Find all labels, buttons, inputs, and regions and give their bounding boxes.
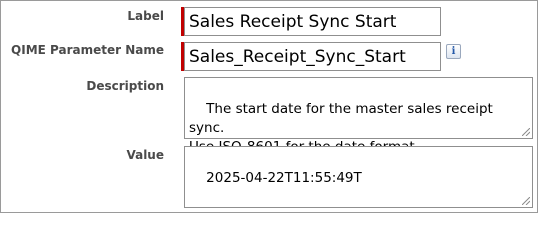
label-input[interactable]: Sales Receipt Sync Start bbox=[184, 7, 441, 36]
resize-handle-icon[interactable] bbox=[522, 128, 530, 136]
description-textarea[interactable]: The start date for the master sales rece… bbox=[184, 77, 533, 155]
qime-parameter-name-input[interactable]: Sales_Receipt_Sync_Start bbox=[184, 42, 441, 71]
qime-parameter-name-caption: QIME Parameter Name bbox=[11, 43, 164, 57]
label-field-caption: Label bbox=[127, 9, 164, 23]
description-caption: Description bbox=[86, 79, 164, 93]
info-icon[interactable]: i bbox=[446, 44, 461, 59]
resize-handle-icon[interactable] bbox=[522, 197, 530, 205]
value-textarea[interactable]: 2025-04-22T11:55:49T bbox=[184, 146, 533, 208]
value-caption: Value bbox=[126, 148, 164, 162]
value-text: 2025-04-22T11:55:49T bbox=[206, 170, 362, 186]
parameter-form: Label Sales Receipt Sync Start QIME Para… bbox=[0, 0, 538, 213]
